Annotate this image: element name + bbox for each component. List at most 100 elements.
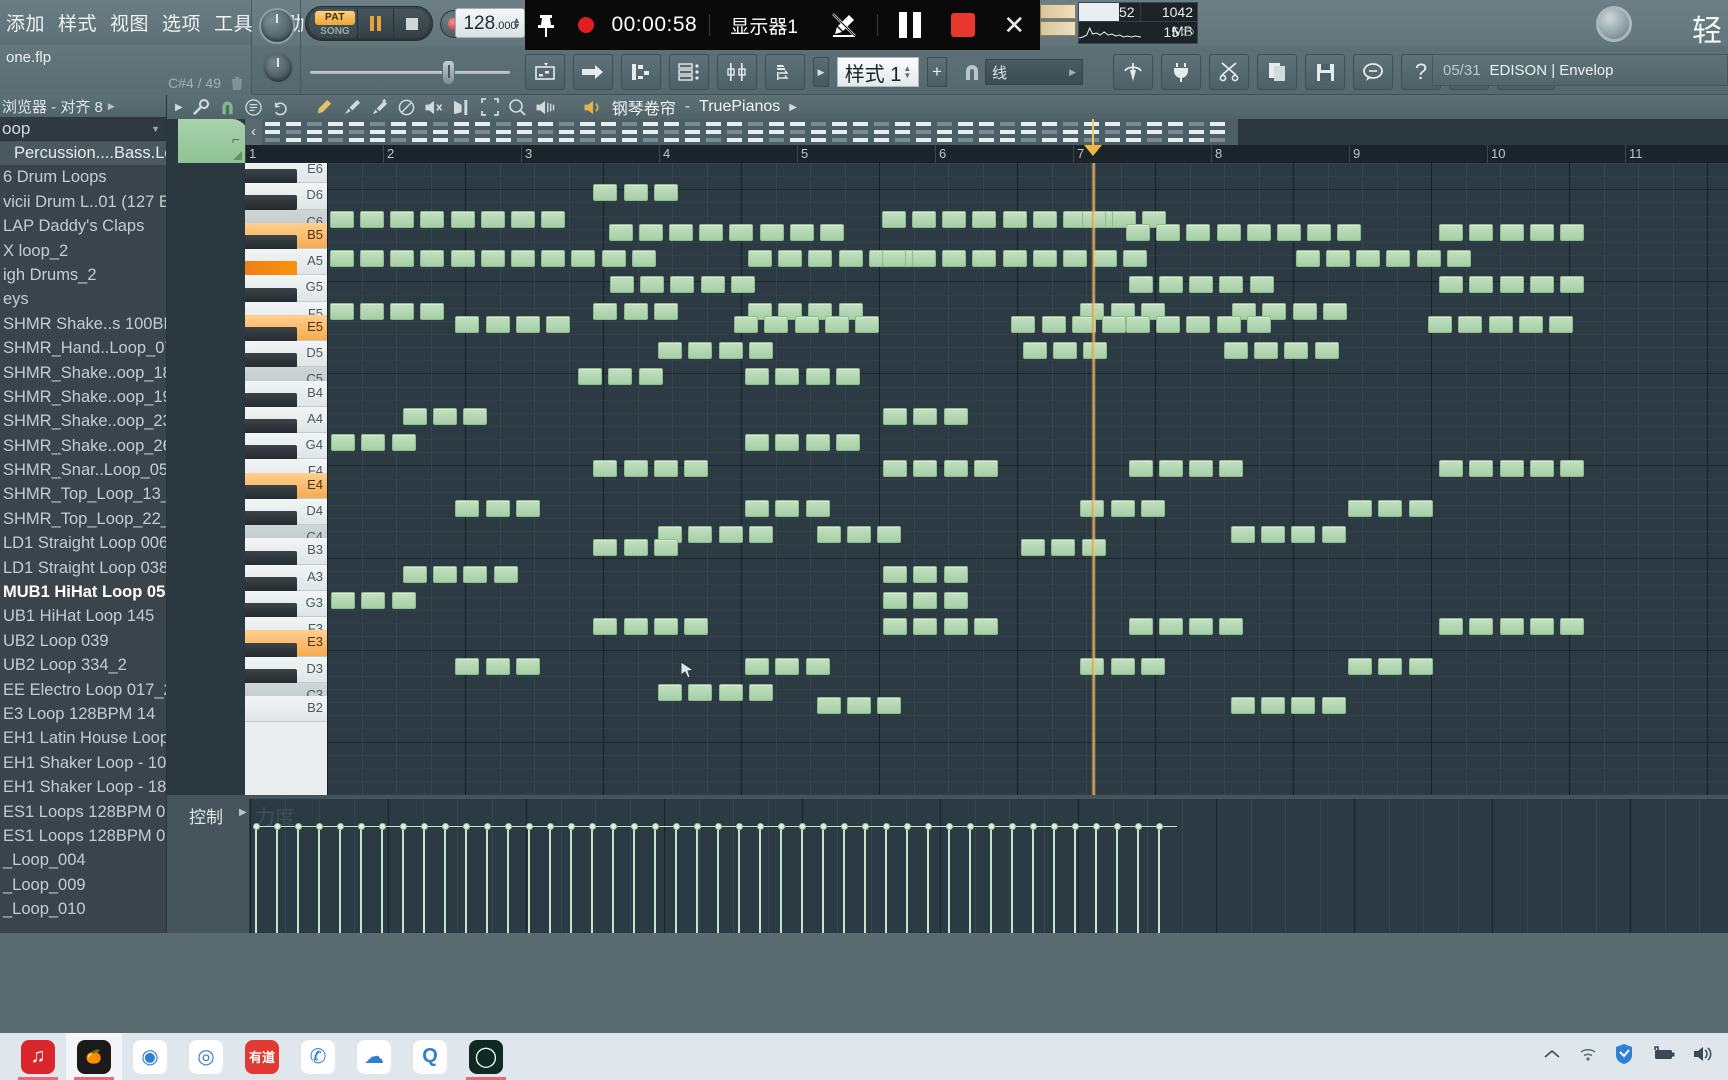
note-block[interactable]: [1219, 460, 1244, 478]
note-block[interactable]: [1458, 315, 1483, 333]
right-knob[interactable]: [1596, 6, 1632, 42]
note-block[interactable]: [805, 434, 830, 452]
note-block[interactable]: [1322, 302, 1347, 320]
note-block[interactable]: [943, 407, 968, 425]
velocity-stem[interactable]: [864, 827, 866, 933]
velocity-stem[interactable]: [759, 827, 761, 933]
note-block[interactable]: [653, 302, 678, 320]
note-block[interactable]: [1499, 223, 1524, 241]
browser-list-item[interactable]: X loop_2: [0, 239, 166, 263]
note-block[interactable]: [1284, 342, 1309, 360]
velocity-stem[interactable]: [591, 827, 593, 933]
note-block[interactable]: [1446, 250, 1471, 268]
note-block[interactable]: [1246, 223, 1271, 241]
velocity-handle[interactable]: [799, 823, 806, 831]
note-block[interactable]: [1128, 276, 1153, 294]
note-block[interactable]: [450, 250, 475, 268]
note-block[interactable]: [1093, 250, 1118, 268]
velocity-handle[interactable]: [1051, 823, 1058, 831]
note-block[interactable]: [1529, 223, 1554, 241]
note-block[interactable]: [819, 223, 844, 241]
velocity-handle[interactable]: [337, 823, 344, 831]
note-block[interactable]: [883, 618, 908, 636]
piano-black-key[interactable]: [245, 511, 297, 527]
master-pitch-knob[interactable]: [262, 52, 294, 84]
velocity-stem[interactable]: [969, 827, 971, 933]
tool-copy-icon[interactable]: [1257, 54, 1297, 90]
velocity-handle[interactable]: [652, 823, 659, 831]
browser-list-item[interactable]: _Loop_004: [0, 848, 166, 872]
note-block[interactable]: [653, 618, 678, 636]
piano-black-key[interactable]: [245, 326, 297, 342]
note-block[interactable]: [913, 591, 938, 609]
note-block[interactable]: [463, 565, 488, 583]
pattern-prev-button[interactable]: ▶: [813, 57, 829, 87]
slider-handle[interactable]: [442, 60, 455, 85]
browser-list-item[interactable]: EH1 Shaker Loop - 18: [0, 775, 166, 799]
browser-list-item[interactable]: ES1 Loops 128BPM 013: [0, 800, 166, 824]
velocity-stem[interactable]: [339, 827, 341, 933]
note-block[interactable]: [1499, 276, 1524, 294]
note-block[interactable]: [1052, 342, 1077, 360]
note-block[interactable]: [1518, 315, 1543, 333]
note-block[interactable]: [1499, 618, 1524, 636]
note-block[interactable]: [1439, 276, 1464, 294]
velocity-stem[interactable]: [1074, 827, 1076, 933]
velocity-handle[interactable]: [757, 823, 764, 831]
tempo-spinner-icon[interactable]: ▲ ▼: [512, 16, 521, 31]
note-block[interactable]: [450, 210, 475, 228]
note-block[interactable]: [972, 210, 997, 228]
velocity-stem[interactable]: [381, 827, 383, 933]
note-block[interactable]: [824, 315, 849, 333]
taskbar-app[interactable]: 🍊: [66, 1033, 122, 1080]
velocity-stem[interactable]: [402, 827, 404, 933]
note-block[interactable]: [1032, 250, 1057, 268]
note-block[interactable]: [623, 184, 648, 202]
browser-toggle-icon[interactable]: [765, 54, 805, 90]
note-block[interactable]: [943, 565, 968, 583]
cpu-memory-panel[interactable]: 52 1042 MB 15: [1078, 2, 1198, 44]
pattern-color-header[interactable]: ⌐: [178, 119, 248, 163]
note-block[interactable]: [1295, 250, 1320, 268]
note-block[interactable]: [1416, 250, 1441, 268]
note-block[interactable]: [1408, 657, 1433, 675]
piano-black-key[interactable]: [245, 392, 297, 408]
taskbar-app[interactable]: ✆: [290, 1033, 346, 1080]
note-block[interactable]: [329, 302, 354, 320]
note-block[interactable]: [593, 184, 618, 202]
note-block[interactable]: [759, 223, 784, 241]
velocity-stem[interactable]: [927, 827, 929, 933]
velocity-handle[interactable]: [904, 823, 911, 831]
note-block[interactable]: [455, 499, 480, 517]
note-block[interactable]: [775, 368, 800, 386]
velocity-stem[interactable]: [486, 827, 488, 933]
note-block[interactable]: [609, 276, 634, 294]
velocity-handle[interactable]: [568, 823, 575, 831]
note-block[interactable]: [745, 657, 770, 675]
note-block[interactable]: [805, 368, 830, 386]
recorder-pause-button[interactable]: [882, 0, 937, 50]
note-block[interactable]: [653, 184, 678, 202]
velocity-stem[interactable]: [1032, 827, 1034, 933]
note-block[interactable]: [1219, 618, 1244, 636]
piano-roll-icon[interactable]: [621, 54, 661, 90]
note-block[interactable]: [638, 368, 663, 386]
note-block[interactable]: [402, 407, 427, 425]
note-block[interactable]: [1021, 539, 1046, 557]
velocity-handle[interactable]: [820, 823, 827, 831]
add-pattern-button[interactable]: +: [927, 57, 947, 87]
note-block[interactable]: [1216, 315, 1241, 333]
browser-list-item[interactable]: UB2 Loop 334_2: [0, 653, 166, 677]
taskbar-app[interactable]: ♫: [10, 1033, 66, 1080]
note-block[interactable]: [1291, 526, 1316, 544]
note-block[interactable]: [1314, 342, 1339, 360]
browser-list-item[interactable]: SHMR_Snar..Loop_05_128: [0, 458, 166, 482]
note-block[interactable]: [1062, 250, 1087, 268]
note-block[interactable]: [718, 342, 743, 360]
note-block[interactable]: [510, 210, 535, 228]
note-block[interactable]: [1022, 342, 1047, 360]
note-block[interactable]: [1386, 250, 1411, 268]
note-block[interactable]: [688, 342, 713, 360]
note-block[interactable]: [883, 407, 908, 425]
velocity-handle[interactable]: [1114, 823, 1121, 831]
